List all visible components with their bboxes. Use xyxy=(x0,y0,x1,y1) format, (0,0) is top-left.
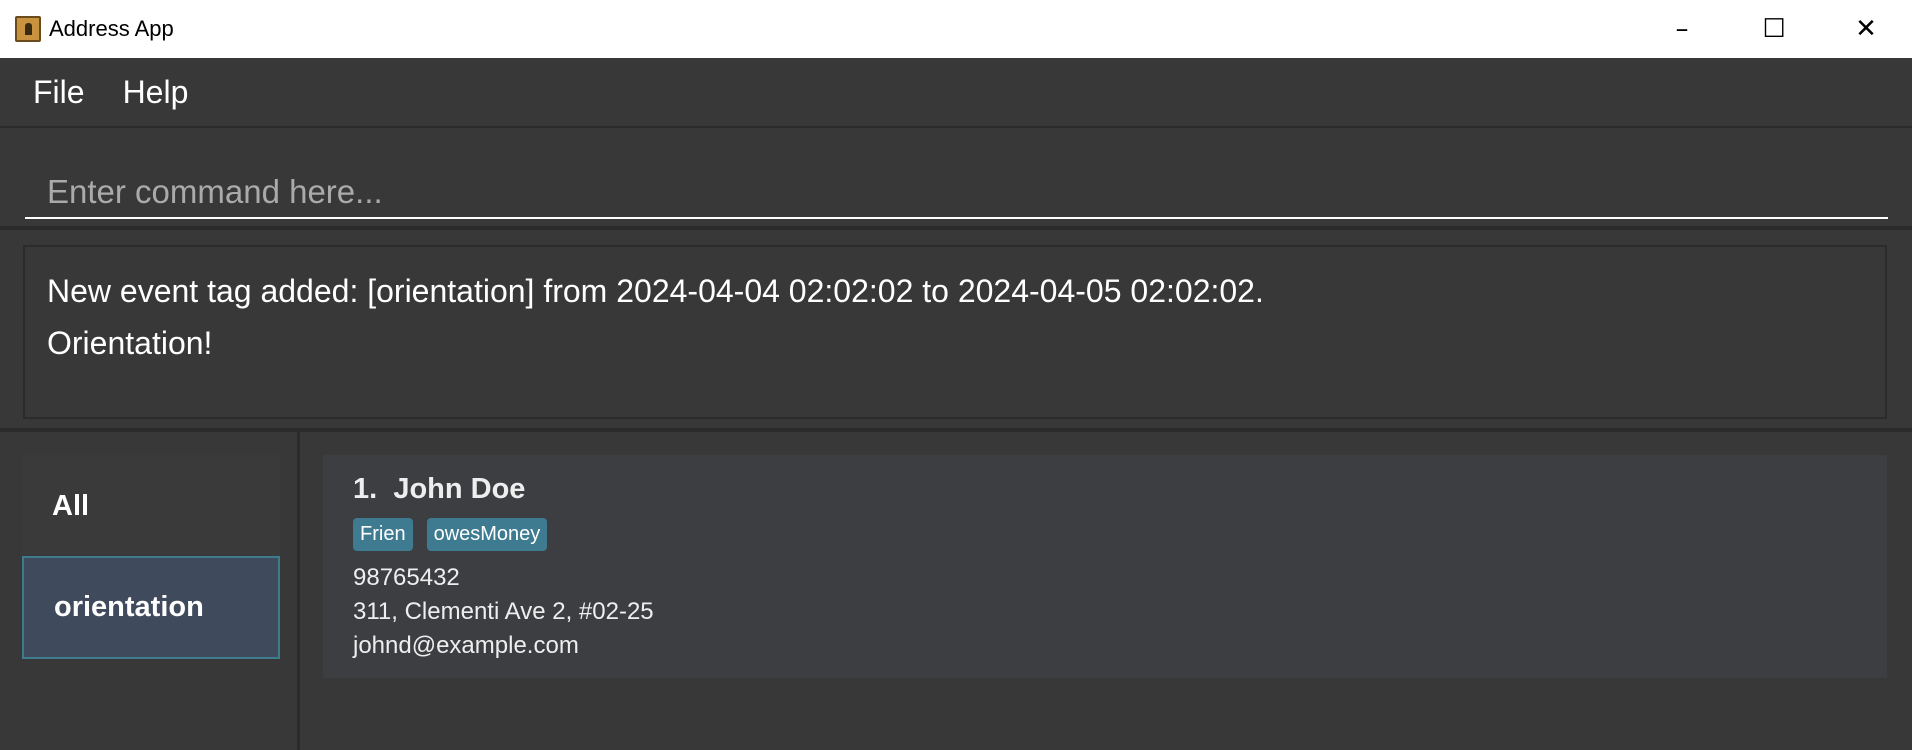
tag: owesMoney xyxy=(426,518,548,551)
sidebar-item-orientation[interactable]: orientation xyxy=(22,556,280,659)
menu-file[interactable]: File xyxy=(33,74,85,111)
maximize-button[interactable]: ☐ xyxy=(1728,0,1820,58)
sidebar-item-label: All xyxy=(52,490,90,522)
person-phone: 98765432 xyxy=(353,564,460,591)
person-name: John Doe xyxy=(393,473,526,505)
tag: Frien xyxy=(353,518,413,551)
minimize-icon: – xyxy=(1675,14,1689,44)
command-input[interactable]: Enter command here... xyxy=(25,155,1888,219)
sidebar-item-label: orientation xyxy=(54,591,204,623)
command-box: Enter command here... xyxy=(0,130,1912,230)
close-button[interactable]: ✕ xyxy=(1820,0,1912,58)
sidebar-item-all[interactable]: All xyxy=(22,455,280,558)
menu-bar: File Help xyxy=(0,58,1912,128)
person-email: johnd@example.com xyxy=(353,632,579,659)
title-bar: Address App – ☐ ✕ xyxy=(0,0,1912,58)
result-line: Orientation! xyxy=(47,325,213,361)
result-display: New event tag added: [orientation] from … xyxy=(23,245,1887,419)
person-address: 311, Clementi Ave 2, #02-25 xyxy=(353,598,654,625)
person-name-row: 1. John Doe xyxy=(353,473,1857,506)
tag-list: Frien owesMoney xyxy=(353,518,1857,551)
result-line: New event tag added: [orientation] from … xyxy=(47,273,1264,309)
window-title: Address App xyxy=(49,16,174,41)
app-icon xyxy=(15,16,41,42)
minimize-button[interactable]: – xyxy=(1636,0,1728,58)
tag-sidebar: All orientation xyxy=(0,432,300,750)
menu-help[interactable]: Help xyxy=(123,74,189,111)
close-icon: ✕ xyxy=(1855,14,1877,44)
person-index: 1. xyxy=(353,473,378,505)
person-card[interactable]: 1. John Doe Frien owesMoney 98765432 311… xyxy=(323,455,1887,678)
maximize-icon: ☐ xyxy=(1762,14,1786,44)
